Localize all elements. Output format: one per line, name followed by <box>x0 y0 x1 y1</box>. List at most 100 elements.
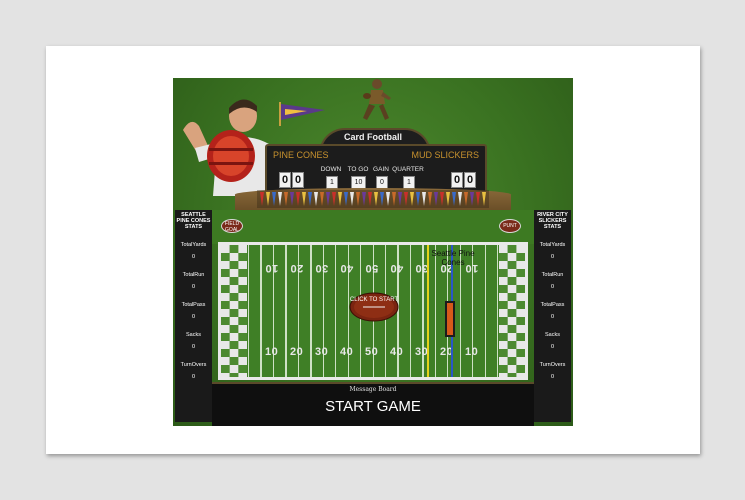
stat-row: TotalRun 0 <box>534 272 571 290</box>
down-value: 1 <box>326 176 338 189</box>
endzone-square <box>221 285 230 293</box>
endzone-square <box>516 309 525 317</box>
stat-row: TotalPass 0 <box>534 302 571 320</box>
endzone-square <box>507 269 517 277</box>
quarter-value: 1 <box>403 176 415 189</box>
endzone-square <box>229 309 239 317</box>
yard-number-bottom: 40 <box>340 346 354 358</box>
endzone-square <box>499 245 508 253</box>
endzone-square <box>221 325 230 333</box>
endzone-square <box>221 261 230 269</box>
yard-line <box>310 245 312 377</box>
away-stats-panel: RIVER CITY SLICKERS STATS TotalYards 0 T… <box>534 210 571 422</box>
endzone-square <box>229 269 239 277</box>
yard-number-bottom: 20 <box>290 346 304 358</box>
endzone-square <box>229 357 239 365</box>
endzone-square <box>229 277 239 285</box>
endzone-square <box>516 325 525 333</box>
stat-label: Sacks <box>545 332 560 338</box>
pennant-icon <box>279 102 325 126</box>
endzone-square <box>507 277 517 285</box>
yard-number-bottom: 50 <box>365 346 379 358</box>
message-board: Message Board START GAME <box>212 382 534 426</box>
stat-value: 0 <box>191 374 196 380</box>
endzone-square <box>221 301 230 309</box>
stat-label: TotalYards <box>539 242 566 248</box>
endzone-square <box>499 269 508 277</box>
endzone-square <box>507 325 517 333</box>
field-goal-button[interactable]: FIELD GOAL <box>221 219 243 233</box>
quarter-label: QUARTER <box>392 166 424 173</box>
stat-label: Sacks <box>186 332 201 338</box>
endzone-square <box>507 253 517 261</box>
endzone-square <box>238 325 247 333</box>
endzone-square <box>499 253 508 261</box>
endzone-square <box>507 293 517 301</box>
endzone-square <box>238 285 247 293</box>
endzone-square <box>229 341 239 349</box>
endzone-square <box>507 261 517 269</box>
home-score-digit: 0 <box>292 172 304 188</box>
punt-button[interactable]: PUNT <box>499 219 521 233</box>
endzone-square <box>499 357 508 365</box>
endzone-square <box>229 285 239 293</box>
stat-value: 0 <box>191 344 196 350</box>
away-team-name: MUD SLICKERS <box>411 150 479 160</box>
endzone-square <box>516 333 525 341</box>
endzone-square <box>507 285 517 293</box>
yard-number-top: 20 <box>290 262 304 274</box>
stat-value: 0 <box>191 284 196 290</box>
endzone-square <box>516 317 525 325</box>
away-score-digit: 0 <box>451 172 463 188</box>
endzone-square <box>238 293 247 301</box>
endzone-square <box>499 285 508 293</box>
start-label[interactable]: CLICK TO START <box>349 297 399 304</box>
endzone-square <box>221 333 230 341</box>
endzone-square <box>238 365 247 373</box>
stat-label: TurnOvers <box>180 362 207 368</box>
left-endzone <box>221 245 247 377</box>
endzone-square <box>507 309 517 317</box>
endzone-square <box>499 309 508 317</box>
endzone-square <box>229 317 239 325</box>
yard-number-bottom: 10 <box>465 346 479 358</box>
home-stats-panel: SEATTLE PINE CONES STATS TotalYards 0 To… <box>175 210 212 422</box>
stat-value: 0 <box>550 344 555 350</box>
endzone-square <box>499 365 508 373</box>
yard-line <box>285 245 287 377</box>
endzone-square <box>499 373 508 377</box>
yard-line <box>409 245 412 377</box>
crowd-pennants <box>257 190 489 208</box>
stat-row: TotalYards 0 <box>534 242 571 260</box>
yard-number-bottom: 30 <box>315 346 329 358</box>
home-stats-header: SEATTLE PINE CONES STATS <box>176 212 211 230</box>
endzone-square <box>221 277 230 285</box>
endzone-square <box>499 341 508 349</box>
to-go-label: TO GO <box>347 166 369 173</box>
football-player-figure <box>363 79 391 120</box>
stat-label: TotalRun <box>541 272 564 278</box>
stat-value: 0 <box>191 254 196 260</box>
endzone-square <box>221 253 230 261</box>
endzone-square <box>499 293 508 301</box>
endzone-square <box>238 253 247 261</box>
endzone-square <box>238 349 247 357</box>
endzone-square <box>221 373 230 377</box>
endzone-square <box>516 277 525 285</box>
endzone-square <box>516 373 525 377</box>
football-field: 10 20 30 40 50 40 30 20 10 10 20 30 40 5… <box>218 242 528 380</box>
stat-value: 0 <box>550 314 555 320</box>
right-endzone <box>499 245 525 377</box>
endzone-square <box>507 349 517 357</box>
home-score-digit: 0 <box>279 172 291 188</box>
endzone-square <box>229 301 239 309</box>
game-frame: Card Football PINE CONES MUD SLICKERS 0 … <box>173 78 573 426</box>
endzone-square <box>221 365 230 373</box>
stat-value: 0 <box>550 284 555 290</box>
yard-number-top: 40 <box>340 262 354 274</box>
endzone-square <box>499 301 508 309</box>
yard-line <box>484 245 486 377</box>
endzone-square <box>499 349 508 357</box>
yard-line <box>260 245 262 377</box>
endzone-square <box>516 245 525 253</box>
